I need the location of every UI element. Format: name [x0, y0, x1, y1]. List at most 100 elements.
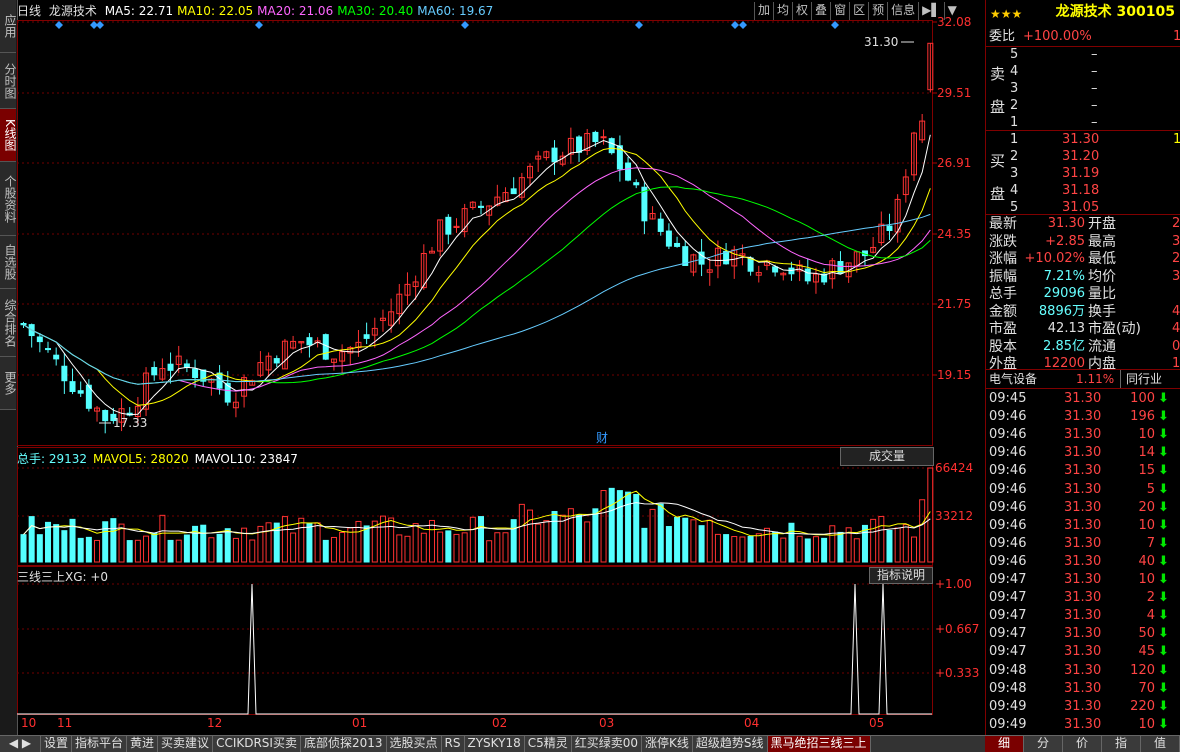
- volume-bar: [347, 527, 354, 563]
- bottom-tab-3[interactable]: 买卖建议: [158, 736, 214, 752]
- sell-level-row[interactable]: 3–: [986, 80, 1180, 97]
- sector-row[interactable]: 电气设备 1.11% 同行业: [986, 369, 1180, 389]
- bottom-tab-11[interactable]: 涨停K线: [642, 736, 693, 752]
- candle-body: [69, 381, 76, 393]
- left-tab-2[interactable]: K线图: [0, 109, 17, 162]
- cai-marker: 财: [596, 431, 608, 445]
- volume-bar: [878, 515, 885, 563]
- kline-svg[interactable]: 32.0829.5126.9124.3521.7519.1531.3017.33…: [17, 0, 985, 735]
- bottom-tab-7[interactable]: RS: [441, 736, 465, 752]
- toolbar-button-9[interactable]: ▼: [943, 2, 960, 20]
- tick-row: 09:47 31.30 45 ⬇: [989, 644, 1169, 660]
- sell-level-row[interactable]: 1–: [986, 114, 1180, 131]
- quote-stat-row: 总手 29096 量比: [989, 286, 1116, 302]
- volume-bar: [690, 519, 697, 563]
- bottom-tab-0[interactable]: 设置: [41, 736, 73, 752]
- volume-bar: [853, 538, 860, 563]
- candle-body: [363, 334, 370, 339]
- left-tab-3[interactable]: 个股资料: [0, 162, 17, 236]
- bottom-tab-9[interactable]: C5精灵: [524, 736, 572, 752]
- tick-row: 09:47 31.30 10 ⬇: [989, 572, 1169, 587]
- volume-bar: [796, 535, 803, 563]
- candle-body: [804, 268, 811, 282]
- quote-tab-3[interactable]: 指: [1102, 736, 1141, 752]
- volume-bar: [772, 531, 779, 563]
- down-arrow-icon: ⬇: [1158, 553, 1169, 569]
- same-industry-button[interactable]: 同行业: [1120, 370, 1162, 388]
- candle-body: [151, 367, 158, 376]
- volume-bar: [747, 536, 754, 563]
- date-axis-label: 12: [207, 716, 222, 730]
- tab-scroll-arrows-icon[interactable]: ◀ ▶: [0, 736, 41, 752]
- bottom-tab-10[interactable]: 红买绿卖00: [571, 736, 643, 752]
- toolbar-button-1[interactable]: 均: [773, 2, 792, 20]
- indicator-help-button[interactable]: 指标说明: [869, 567, 933, 584]
- volume-bar: [731, 536, 738, 563]
- bottom-tab-5[interactable]: 底部侦探2013: [300, 736, 387, 752]
- left-tab-6[interactable]: 更多: [0, 357, 17, 410]
- quote-tab-2[interactable]: 价: [1063, 736, 1102, 752]
- toolbar-button-0[interactable]: 加: [754, 2, 773, 20]
- bottom-tab-12[interactable]: 超级趋势S线: [692, 736, 768, 752]
- quote-tab-1[interactable]: 分: [1024, 736, 1063, 752]
- bottom-tab-6[interactable]: 选股买点: [386, 736, 442, 752]
- volume-bar: [281, 516, 288, 563]
- signal-line: [17, 583, 932, 715]
- volume-bar: [322, 539, 329, 563]
- volume-indicator-select[interactable]: 成交量: [840, 447, 934, 466]
- buy-level-row[interactable]: 1 31.30 1: [986, 131, 1180, 148]
- buy-level-row[interactable]: 3 31.19: [986, 165, 1180, 182]
- volume-bar: [518, 503, 525, 563]
- bottom-tab-bar: ◀ ▶ 设置 指标平台 黄进 买卖建议 CCIKDRSI买卖 底部侦探2013 选股买点 RS Z…: [0, 735, 1180, 752]
- candle-body: [576, 136, 583, 153]
- tick-row: 09:47 31.30 2 ⬇: [989, 590, 1169, 606]
- price-axis-label: 21.75: [937, 297, 971, 311]
- candle-body: [273, 358, 280, 364]
- buy-level-row[interactable]: 4 31.18: [986, 182, 1180, 199]
- toolbar-button-6[interactable]: 预: [868, 2, 887, 20]
- bottom-tab-1[interactable]: 指标平台: [72, 736, 128, 752]
- low-annotation: 17.33: [113, 416, 147, 430]
- bottom-tab-8[interactable]: ZYSKY18: [464, 736, 525, 752]
- toolbar-button-7[interactable]: 信息: [887, 2, 918, 20]
- buy-level-row[interactable]: 2 31.20: [986, 148, 1180, 165]
- volume-bar: [633, 493, 640, 563]
- volume-stat-2: MAVOL10: 23847: [194, 452, 298, 466]
- volume-bar: [420, 532, 427, 563]
- left-tab-1[interactable]: 分时图: [0, 53, 17, 109]
- quote-tabs: 细分价指值: [985, 736, 1180, 752]
- down-arrow-icon: ⬇: [1158, 535, 1169, 551]
- volume-bar: [502, 532, 509, 563]
- bottom-tab-2[interactable]: 黄进: [127, 736, 159, 752]
- volume-bar: [36, 534, 43, 563]
- weibi-row: 委比 +100.00% 1: [986, 28, 1180, 47]
- left-tab-4[interactable]: 自选股: [0, 236, 17, 289]
- toolbar-button-3[interactable]: 叠: [811, 2, 830, 20]
- candle-body: [102, 410, 109, 422]
- left-tab-0[interactable]: 应用: [0, 0, 17, 53]
- bottom-tab-4[interactable]: CCIKDRSI买卖: [213, 736, 301, 752]
- quote-tab-4[interactable]: 值: [1141, 736, 1180, 752]
- down-arrow-icon: ⬇: [1158, 572, 1169, 587]
- toolbar-button-5[interactable]: 区: [849, 2, 868, 20]
- date-axis-label: 04: [744, 716, 759, 730]
- kline-chart-area[interactable]: 32.08 29.51 26.91 24.35 21.75 19.15 31.30 17.33…: [17, 0, 985, 735]
- sell-level-row[interactable]: 4–: [986, 63, 1180, 80]
- event-marker-icon: [255, 21, 263, 29]
- ma-label-4: MA60: 19.67: [417, 4, 494, 18]
- volume-bar: [183, 534, 190, 563]
- volume-bar: [804, 538, 811, 563]
- tick-row: 09:46 31.30 14 ⬇: [989, 445, 1169, 461]
- toolbar-button-8[interactable]: ▶▌: [918, 2, 943, 20]
- toolbar-button-2[interactable]: 权: [792, 2, 811, 20]
- sell-level-row[interactable]: 2–: [986, 97, 1180, 114]
- sell-level-row[interactable]: 5–: [986, 46, 1180, 63]
- candle-body: [772, 266, 779, 273]
- quote-tab-0[interactable]: 细: [985, 736, 1024, 752]
- candle-body: [551, 147, 558, 163]
- bottom-tab-13[interactable]: 黑马绝招三线三上: [767, 736, 871, 752]
- toolbar-button-4[interactable]: 窗: [830, 2, 849, 20]
- volume-bar: [363, 525, 370, 563]
- left-tab-5[interactable]: 综合排名: [0, 289, 17, 357]
- tick-row: 09:46 31.30 40 ⬇: [989, 553, 1169, 569]
